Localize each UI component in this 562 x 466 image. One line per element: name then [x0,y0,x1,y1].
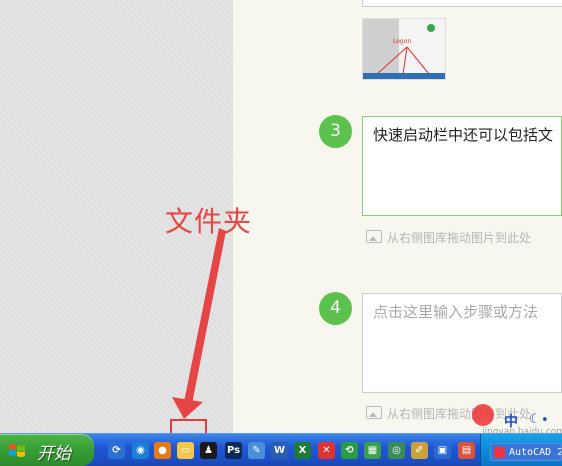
start-label: 开始 [37,444,71,464]
autocad-task-label: AutoCAD 2 [509,447,562,458]
brush-icon[interactable]: ✐ [411,442,428,459]
firefox-icon[interactable]: ● [154,442,171,459]
folder-icon[interactable]: ▭ [177,442,194,459]
start-button[interactable]: 开始 [0,434,94,466]
annotation-arrow [172,228,226,419]
ime-indicator[interactable]: 中 [504,411,518,431]
word-icon[interactable]: W [271,442,288,459]
globe-icon[interactable]: ◎ [388,442,405,459]
photoshop-icon[interactable]: Ps [225,442,242,459]
excel-icon[interactable]: X [294,442,311,459]
autocad-task-button[interactable]: AutoCAD 2 [490,443,562,461]
moon-icon[interactable]: ☾ [529,412,541,427]
windows-logo-icon [9,444,25,457]
chart-icon[interactable]: ▦ [364,442,381,459]
windows-taskbar: 开始 ⟳ ◉ ● ▭ ♟ Ps ✎ W X ✕ ⟲ ▦ ◎ ✐ ▣ ▤ AutoCAD 2 [0,433,562,466]
tool-icon[interactable]: ✎ [248,442,265,459]
network-icon[interactable]: ⟳ [108,442,125,459]
browser-icon[interactable]: ◉ [132,442,149,459]
baidu-paw-logo [472,404,494,426]
app-x-icon[interactable]: ✕ [318,442,335,459]
autocad-icon [494,447,505,458]
refresh-icon[interactable]: ⟲ [341,442,358,459]
qq-icon[interactable]: ♟ [200,442,217,459]
punctuation-icon[interactable]: • [541,413,549,428]
snap-icon[interactable]: ▣ [434,442,451,459]
calc-icon[interactable]: ▤ [458,442,475,459]
